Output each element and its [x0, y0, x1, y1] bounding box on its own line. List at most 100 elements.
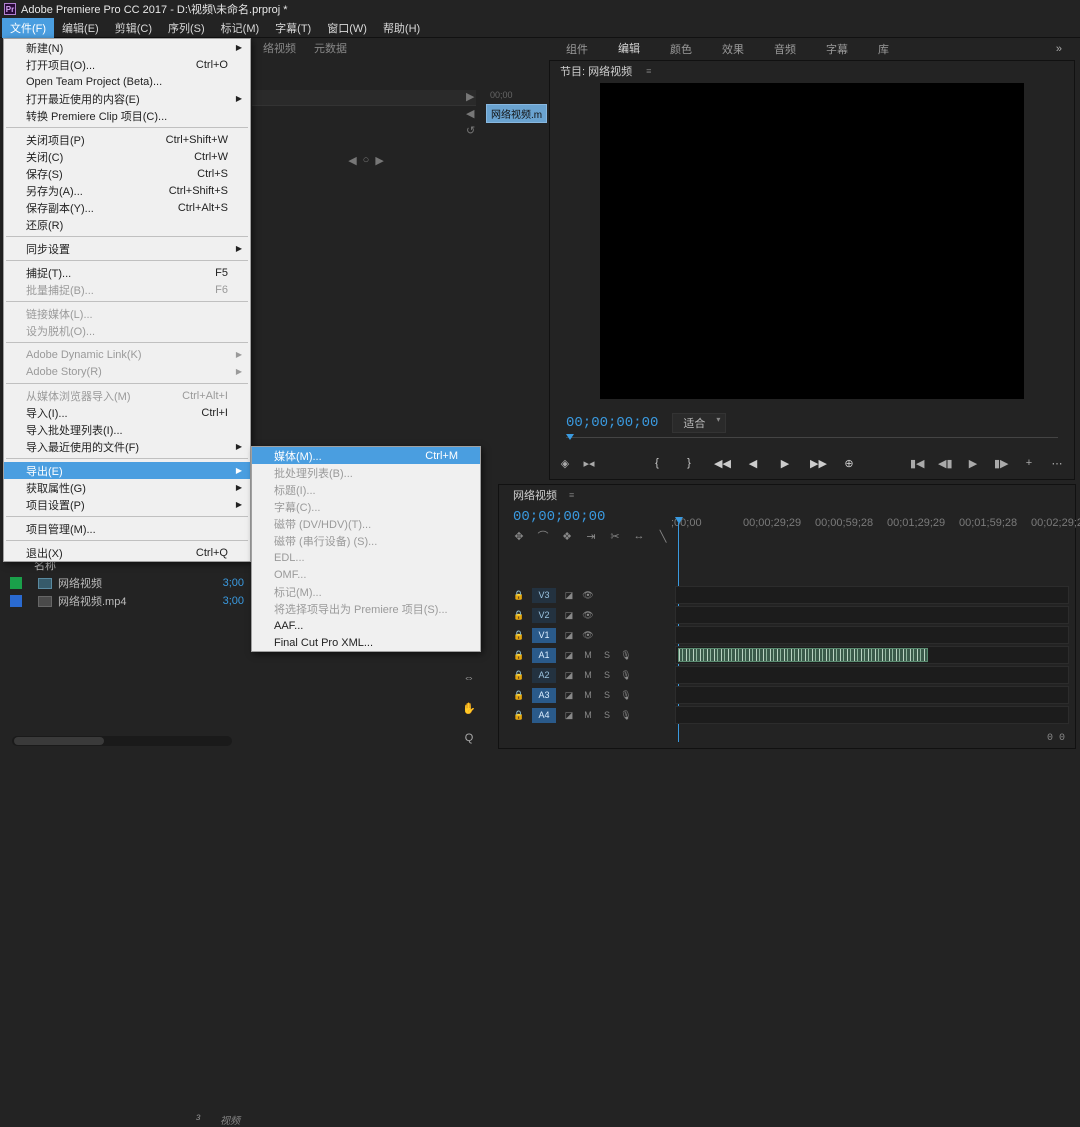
timeline-playhead-marker[interactable]: [675, 517, 683, 524]
sync-lock-icon[interactable]: ◪: [563, 709, 575, 721]
workspace-tab[interactable]: 颜色: [656, 37, 706, 61]
prev-key-icon[interactable]: ◀: [348, 154, 356, 167]
workspace-tab[interactable]: 音频: [760, 37, 810, 61]
nav-right-icon[interactable]: ▶: [466, 90, 475, 103]
sync-lock-icon[interactable]: ◪: [563, 609, 575, 621]
audio-clip[interactable]: [678, 648, 928, 662]
timeline-ruler[interactable]: ;00;0000;00;29;2900;00;59;2800;01;29;290…: [671, 513, 1069, 533]
menu-0[interactable]: 文件(F): [2, 18, 54, 38]
lock-icon[interactable]: 🔒: [513, 589, 525, 601]
transport-1-icon[interactable]: }: [682, 457, 696, 470]
add-key-icon[interactable]: ○: [363, 154, 370, 166]
solo-icon[interactable]: S: [601, 649, 613, 661]
sync-lock-icon[interactable]: ◪: [563, 629, 575, 641]
track-label[interactable]: A4: [532, 708, 556, 723]
track-label[interactable]: A1: [532, 648, 556, 663]
audio-track[interactable]: 🔒A2◪MS🎙: [513, 665, 1069, 685]
zoom-fit-select[interactable]: 适合: [672, 413, 726, 433]
tl-tool-2-icon[interactable]: ❖: [561, 530, 573, 543]
menu-item[interactable]: 导入批处理列表(I)...: [4, 421, 250, 438]
track-lane[interactable]: [675, 666, 1069, 684]
menu-item[interactable]: 项目设置(P)▶: [4, 496, 250, 513]
lock-icon[interactable]: 🔒: [513, 709, 525, 721]
menu-5[interactable]: 字幕(T): [267, 18, 319, 38]
mute-icon[interactable]: M: [582, 649, 594, 661]
transport-4-icon[interactable]: ▶: [778, 457, 792, 470]
video-track[interactable]: 🔒V1◪👁: [513, 625, 1069, 645]
project-scrollbar[interactable]: [12, 736, 232, 746]
menu-item[interactable]: 保存(S)Ctrl+S: [4, 165, 250, 182]
transport-right-2-icon[interactable]: ▶: [966, 457, 980, 470]
transport-right-4-icon[interactable]: +: [1022, 457, 1036, 470]
label-color-swatch[interactable]: [10, 595, 22, 607]
menu-item[interactable]: 媒体(M)...Ctrl+M: [252, 447, 480, 464]
menu-1[interactable]: 编辑(E): [54, 18, 107, 38]
mute-icon[interactable]: M: [582, 689, 594, 701]
project-item[interactable]: 网络视频.mp43;00: [10, 592, 250, 610]
workspace-tab[interactable]: 效果: [708, 37, 758, 61]
workspace-tab[interactable]: 字幕: [812, 37, 862, 61]
workspace-tab[interactable]: 库: [864, 37, 903, 61]
track-label[interactable]: V3: [532, 588, 556, 603]
video-track[interactable]: 🔒V3◪👁: [513, 585, 1069, 605]
sync-lock-icon[interactable]: ◪: [563, 669, 575, 681]
sync-lock-icon[interactable]: ◪: [563, 649, 575, 661]
tab-source-clip[interactable]: 络视频: [263, 37, 296, 59]
tl-tool-5-icon[interactable]: ↔: [633, 530, 645, 542]
voice-icon[interactable]: 🎙: [620, 649, 632, 661]
workspace-more-icon[interactable]: »: [1038, 39, 1080, 59]
nav-left-icon[interactable]: ◀: [466, 107, 475, 120]
sync-lock-icon[interactable]: ◪: [563, 689, 575, 701]
tool-5-icon[interactable]: Q: [461, 730, 477, 746]
menu-item[interactable]: 另存为(A)...Ctrl+Shift+S: [4, 182, 250, 199]
label-color-swatch[interactable]: [10, 577, 22, 589]
transport-left-1-icon[interactable]: ▸◂: [582, 457, 596, 470]
program-timecode[interactable]: 00;00;00;00: [566, 415, 658, 431]
menu-6[interactable]: 窗口(W): [319, 18, 375, 38]
nav-loop-icon[interactable]: ↺: [466, 124, 475, 137]
lock-icon[interactable]: 🔒: [513, 649, 525, 661]
voice-icon[interactable]: 🎙: [620, 689, 632, 701]
transport-right-5-icon[interactable]: ⋯: [1050, 457, 1064, 470]
solo-icon[interactable]: S: [601, 689, 613, 701]
menu-item[interactable]: 关闭项目(P)Ctrl+Shift+W: [4, 131, 250, 148]
menu-item[interactable]: 关闭(C)Ctrl+W: [4, 148, 250, 165]
panel-menu-icon[interactable]: ≡: [646, 66, 651, 76]
menu-item[interactable]: 导入最近使用的文件(F)▶: [4, 438, 250, 455]
tl-tool-0-icon[interactable]: ✥: [513, 530, 525, 543]
menu-item[interactable]: 保存副本(Y)...Ctrl+Alt+S: [4, 199, 250, 216]
menu-item[interactable]: 打开最近使用的内容(E)▶: [4, 90, 250, 107]
voice-icon[interactable]: 🎙: [620, 709, 632, 721]
tl-tool-6-icon[interactable]: ╲: [657, 530, 669, 543]
menu-item[interactable]: 导出(E)▶: [4, 462, 250, 479]
program-title[interactable]: 节目: 网络视频: [560, 60, 632, 82]
track-label[interactable]: A3: [532, 688, 556, 703]
col-rate[interactable]: з: [196, 1112, 201, 1123]
mute-icon[interactable]: M: [582, 669, 594, 681]
menu-item[interactable]: Open Team Project (Beta)...: [4, 73, 250, 90]
clip-chip[interactable]: 网络视频.m: [486, 104, 547, 123]
menu-item[interactable]: 退出(X)Ctrl+Q: [4, 544, 250, 561]
menu-item[interactable]: 新建(N)▶: [4, 39, 250, 56]
timeline-title[interactable]: 网络视频: [513, 484, 557, 506]
track-lane[interactable]: [675, 586, 1069, 604]
menu-item[interactable]: 还原(R): [4, 216, 250, 233]
project-item[interactable]: 网络视频3;00: [10, 574, 250, 592]
tl-tool-4-icon[interactable]: ✂: [609, 530, 621, 543]
transport-3-icon[interactable]: ◀: [746, 457, 760, 470]
workspace-tab[interactable]: 组件: [552, 37, 602, 61]
track-lane[interactable]: [675, 686, 1069, 704]
lock-icon[interactable]: 🔒: [513, 609, 525, 621]
workspace-tab[interactable]: 编辑: [604, 36, 654, 62]
menu-item[interactable]: 打开项目(O)...Ctrl+O: [4, 56, 250, 73]
audio-track[interactable]: 🔒A3◪MS🎙: [513, 685, 1069, 705]
transport-left-0-icon[interactable]: ◈: [558, 457, 572, 470]
export-submenu[interactable]: 媒体(M)...Ctrl+M批处理列表(B)...标题(I)...字幕(C)..…: [251, 446, 481, 652]
transport-0-icon[interactable]: {: [650, 457, 664, 470]
mute-icon[interactable]: M: [582, 709, 594, 721]
voice-icon[interactable]: 🎙: [620, 669, 632, 681]
project-scroll-thumb[interactable]: [14, 737, 104, 745]
solo-icon[interactable]: S: [601, 709, 613, 721]
audio-track[interactable]: 🔒 A1 ◪ MS 🎙: [513, 645, 1069, 665]
next-key-icon[interactable]: ▶: [375, 154, 383, 167]
